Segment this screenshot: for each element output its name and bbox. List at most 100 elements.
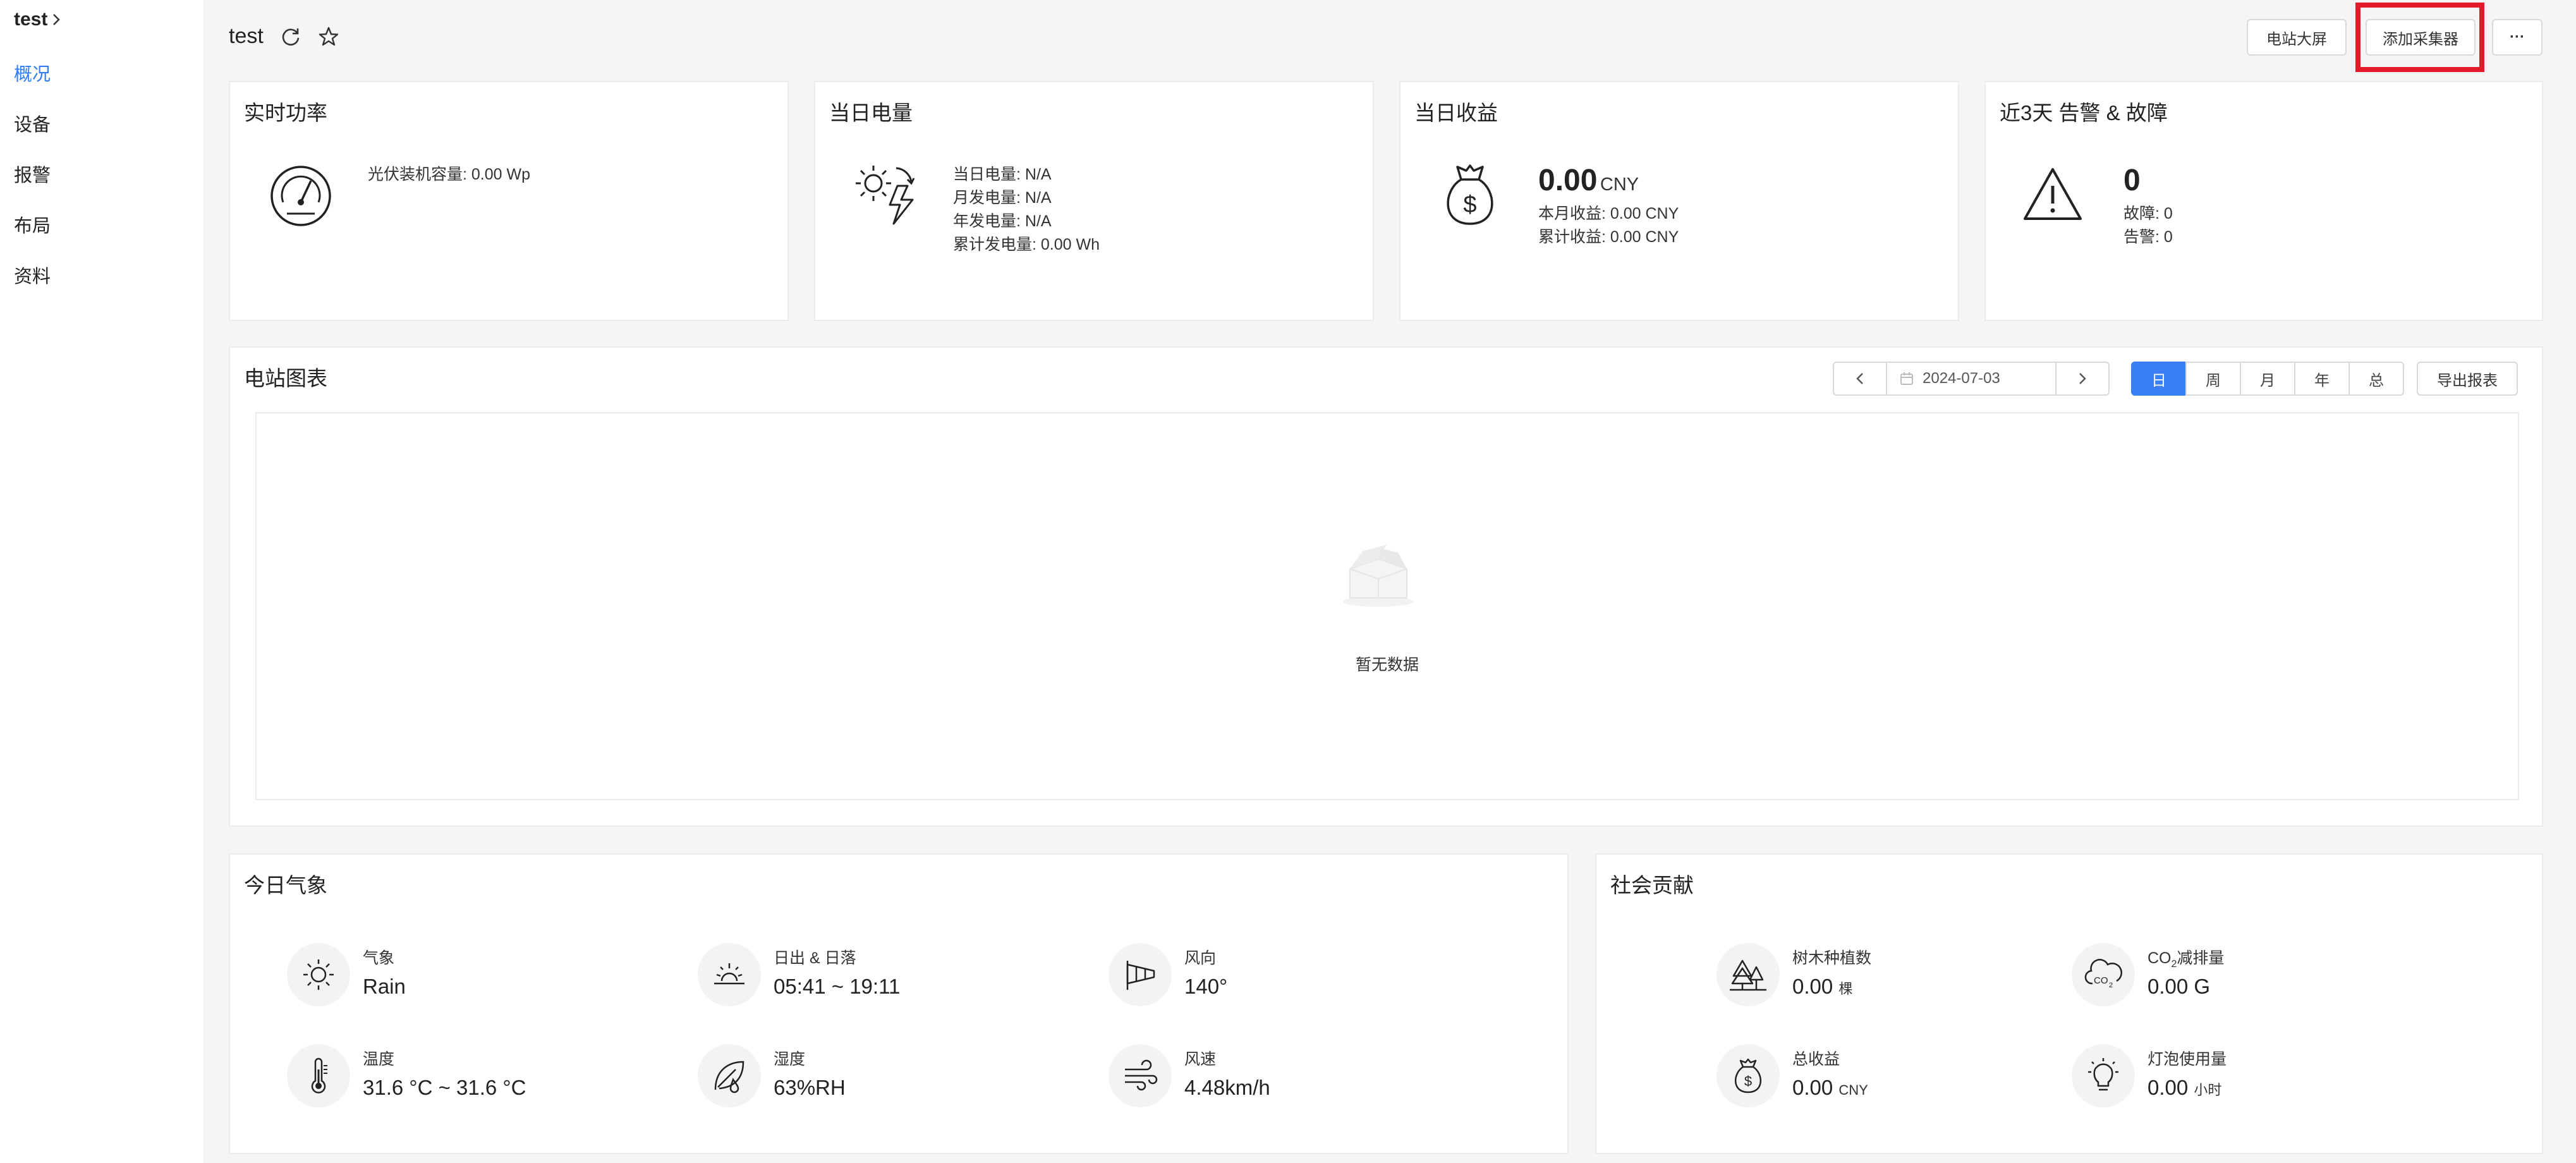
export-report-button[interactable]: 导出报表	[2417, 362, 2518, 396]
revenue-stats: 本月收益: 0.00 CNY 累计收益: 0.00 CNY	[1538, 202, 1679, 249]
daily-revenue-card: 当日收益 $ 0.00 CNY 本月收益: 0.00 CNY 累计收益: 0.0…	[1399, 81, 1959, 321]
svg-text:$: $	[1744, 1073, 1752, 1089]
bulb-unit: 小时	[2194, 1082, 2222, 1098]
gauge-icon	[270, 166, 331, 226]
alarm-stats: 故障: 0 告警: 0	[2123, 202, 2173, 249]
card-title: 实时功率	[244, 101, 327, 125]
period-year-tab[interactable]: 年	[2294, 362, 2350, 396]
pv-capacity: 光伏装机容量: 0.00 Wp	[368, 166, 530, 183]
solar-energy-icon	[856, 166, 915, 225]
alarm-count: 0	[2123, 164, 2141, 197]
realtime-power-card: 实时功率 光伏装机容量: 0.00 Wp	[229, 81, 789, 321]
date-picker[interactable]: 2024-07-03	[1886, 362, 2057, 396]
bulb-icon	[2088, 1058, 2118, 1091]
year-energy: 年发电量: N/A	[953, 212, 1052, 230]
temperature-label: 温度	[363, 1050, 395, 1068]
page-title: test	[229, 24, 264, 48]
chart-area: 暂无数据	[255, 412, 2519, 800]
money-bag-icon: $	[1734, 1058, 1762, 1093]
next-date-button[interactable]	[2055, 362, 2110, 396]
alarms-card: 近3天 告警 & 故障 0 故障: 0 告警: 0	[1984, 81, 2543, 321]
temperature-icon-bg	[287, 1044, 350, 1107]
app-title-label: test	[14, 9, 48, 30]
card-title: 社会贡献	[1610, 874, 1694, 897]
trees-label: 树木种植数	[1792, 949, 1872, 967]
warning-icon	[2024, 168, 2082, 220]
sunrise-value: 05:41 ~ 19:11	[774, 975, 901, 998]
day-energy: 当日电量: N/A	[953, 166, 1052, 183]
empty-state-text: 暂无数据	[1355, 656, 1419, 674]
highlight-box	[2355, 3, 2484, 72]
month-revenue: 本月收益: 0.00 CNY	[1538, 205, 1679, 222]
period-month-tab[interactable]: 月	[2240, 362, 2295, 396]
chevron-left-icon	[1856, 373, 1863, 384]
windsock-icon	[1126, 961, 1155, 990]
bulb-value: 0.00	[2148, 1076, 2189, 1099]
warning-count: 告警: 0	[2123, 228, 2173, 246]
wind-direction-icon-bg	[1109, 943, 1172, 1006]
trees-value-row: 0.00 棵	[1792, 975, 1852, 999]
big-screen-button[interactable]: 电站大屏	[2247, 19, 2347, 56]
trees-value: 0.00	[1792, 975, 1833, 998]
sidebar-item-alarms[interactable]: 报警	[14, 161, 51, 187]
co2-value: 0.00 G	[2148, 975, 2211, 998]
fault-count: 故障: 0	[2123, 205, 2173, 222]
weather-card: 今日气象 气象 Rain 日出 & 日落 05:41 ~ 19:11 风向 14…	[229, 853, 1569, 1154]
sidebar-item-docs[interactable]: 资料	[14, 262, 51, 288]
wind-direction-value: 140°	[1184, 975, 1228, 998]
daily-energy-card: 当日电量 当日电量: N/A 月发电量: N/A 年发电量: N/A 累计发电量…	[814, 81, 1374, 321]
trees-icon	[1730, 959, 1766, 991]
sunrise-icon	[714, 963, 744, 985]
sun-icon	[303, 959, 334, 990]
humidity-icon	[714, 1061, 744, 1093]
period-week-tab[interactable]: 周	[2185, 362, 2241, 396]
wind-direction-label: 风向	[1184, 949, 1217, 967]
total-revenue-unit: CNY	[1838, 1082, 1868, 1098]
temperature-value: 31.6 °C ~ 31.6 °C	[363, 1076, 526, 1099]
card-title: 今日气象	[244, 874, 327, 897]
sunrise-icon-bg	[698, 943, 761, 1006]
total-revenue-icon-bg: $	[1716, 1044, 1780, 1107]
chevron-right-icon	[2079, 373, 2086, 384]
sidebar-item-layout[interactable]: 布局	[14, 211, 51, 238]
co2-label-prefix: CO	[2148, 949, 2172, 967]
revenue-unit: CNY	[1600, 174, 1639, 195]
more-button[interactable]: ···	[2492, 19, 2543, 56]
wind-speed-label: 风速	[1184, 1050, 1217, 1068]
station-chart-panel: 电站图表 暂无数据	[229, 346, 2543, 827]
sunrise-label: 日出 & 日落	[774, 949, 856, 967]
svg-text:CO: CO	[2094, 975, 2108, 986]
card-title: 电站图表	[244, 367, 327, 390]
svg-text:$: $	[1463, 192, 1476, 218]
trees-icon-bg	[1716, 943, 1780, 1006]
prev-date-button[interactable]	[1833, 362, 1887, 396]
weather-value: Rain	[363, 975, 406, 998]
bulb-icon-bg	[2072, 1044, 2135, 1107]
app-title[interactable]: test	[14, 9, 61, 30]
humidity-icon-bg	[698, 1044, 761, 1107]
star-icon[interactable]	[318, 26, 339, 47]
wind-icon	[1125, 1059, 1158, 1091]
total-revenue: 累计收益: 0.00 CNY	[1538, 228, 1679, 246]
co2-cloud-icon: CO 2	[2084, 959, 2123, 989]
calendar-icon	[1900, 372, 1913, 385]
humidity-value: 63%RH	[774, 1076, 846, 1099]
co2-label-suffix: 减排量	[2177, 949, 2225, 967]
bulb-value-row: 0.00 小时	[2148, 1076, 2221, 1100]
month-energy: 月发电量: N/A	[953, 189, 1052, 207]
wind-speed-value: 4.48km/h	[1184, 1076, 1270, 1099]
sidebar-item-overview[interactable]: 概况	[14, 59, 51, 86]
refresh-icon[interactable]	[280, 26, 301, 47]
bulb-label: 灯泡使用量	[2148, 1050, 2227, 1068]
humidity-label: 湿度	[774, 1050, 806, 1068]
trees-unit: 棵	[1838, 981, 1853, 997]
sidebar-item-devices[interactable]: 设备	[14, 110, 51, 137]
period-day-tab[interactable]: 日	[2131, 362, 2187, 396]
period-total-tab[interactable]: 总	[2348, 362, 2404, 396]
empty-box-icon	[1343, 545, 1414, 607]
date-value: 2024-07-03	[1923, 370, 2000, 387]
weather-label: 气象	[363, 949, 395, 967]
page-header: test	[229, 24, 339, 49]
total-revenue-value-row: 0.00 CNY	[1792, 1076, 1868, 1100]
social-contribution-card: 社会贡献 树木种植数 0.00 棵 CO 2 CO2减排量 0.00 G $ 总…	[1595, 853, 2543, 1154]
